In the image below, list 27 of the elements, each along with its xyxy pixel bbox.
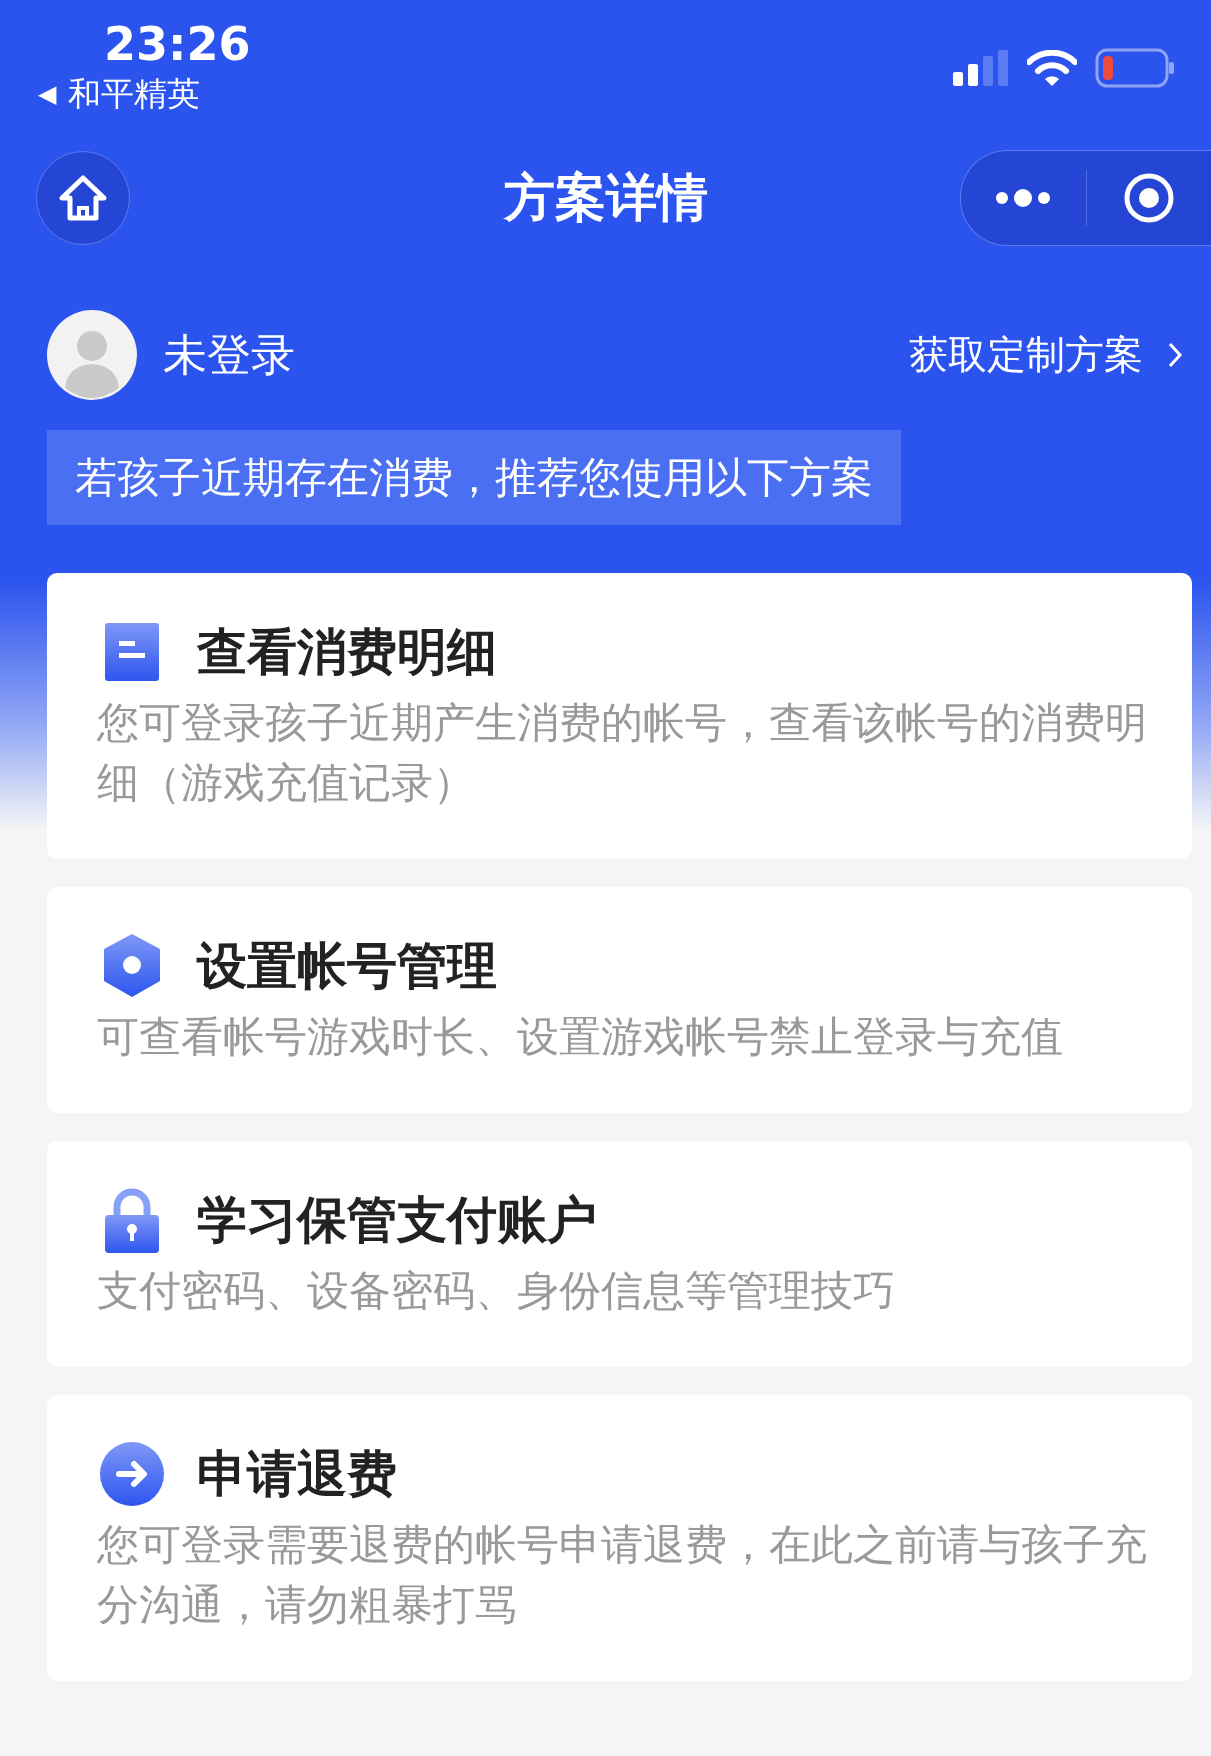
user-name: 未登录 — [163, 327, 295, 382]
plan-card[interactable]: 查看消费明细 您可登录孩子近期产生消费的帐号，查看该帐号的消费明细（游戏充值记录） — [47, 573, 1192, 859]
arrow-right-circle-icon — [97, 1439, 167, 1509]
wifi-icon — [1027, 50, 1077, 86]
page-title: 方案详情 — [502, 166, 709, 229]
card-title: 设置帐号管理 — [197, 935, 497, 997]
plan-card[interactable]: 学习保管支付账户 支付密码、设备密码、身份信息等管理技巧 — [47, 1141, 1192, 1367]
card-description: 可查看帐号游戏时长、设置游戏帐号禁止登录与充值 — [97, 1011, 1064, 1063]
card-description: 您可登录孩子近期产生消费的帐号，查看该帐号的消费明细（游戏充值记录） — [97, 697, 1148, 809]
battery-icon — [1095, 48, 1175, 88]
card-title: 学习保管支付账户 — [197, 1189, 597, 1251]
custom-plan-link[interactable]: 获取定制方案 — [909, 328, 1183, 382]
plan-card[interactable]: 申请退费 您可登录需要退费的帐号申请退费，在此之前请与孩子充分沟通，请勿粗暴打骂 — [47, 1395, 1192, 1681]
card-description: 您可登录需要退费的帐号申请退费，在此之前请与孩子充分沟通，请勿粗暴打骂 — [97, 1519, 1148, 1631]
clock-time: 23:26 — [104, 16, 251, 72]
notice-banner: 若孩子近期存在消费，推荐您使用以下方案 — [47, 430, 901, 525]
back-to-app-link[interactable]: ◀ 和平精英 — [38, 72, 251, 116]
target-icon — [1122, 172, 1175, 224]
card-description: 支付密码、设备密码、身份信息等管理技巧 — [97, 1265, 896, 1317]
avatar-icon — [47, 310, 137, 400]
card-title: 查看消费明细 — [197, 621, 497, 683]
chevron-right-icon — [1167, 341, 1183, 369]
more-icon — [994, 188, 1053, 208]
card-title: 申请退费 — [197, 1443, 397, 1505]
signal-icon — [953, 50, 1009, 86]
plan-card[interactable]: 设置帐号管理 可查看帐号游戏时长、设置游戏帐号禁止登录与充值 — [47, 887, 1192, 1113]
home-icon — [58, 174, 108, 222]
